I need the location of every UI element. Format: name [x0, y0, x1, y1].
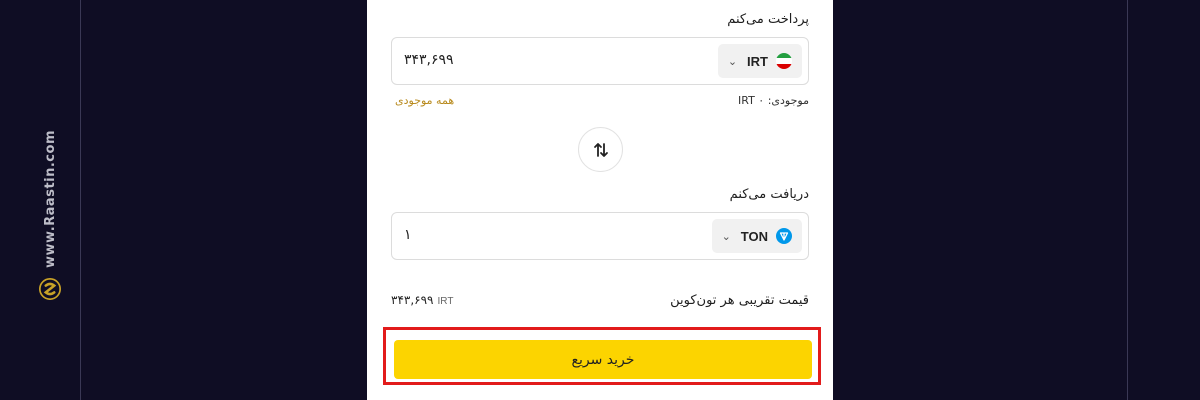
left-divider-line — [80, 0, 81, 400]
pay-amount-field[interactable]: ۳۴۳,۶۹۹ ⌄ IRT — [391, 37, 809, 85]
watermark: www.Raastin.com — [28, 130, 72, 300]
balance-text: موجودی: IRT ۰ — [738, 94, 809, 107]
receive-label: دریافت می‌کنم — [729, 187, 809, 202]
quick-buy-button[interactable]: خرید سریع — [394, 340, 812, 379]
price-row: قیمت تقریبی هر تون‌کوین ۳۴۳,۶۹۹ IRT — [391, 293, 809, 311]
chevron-down-icon: ⌄ — [727, 54, 738, 68]
receive-amount-field[interactable]: ۱ ⌄ TON — [391, 212, 809, 260]
raastin-logo-icon — [38, 277, 62, 300]
iran-flag-icon — [776, 53, 792, 69]
swap-arrows-icon — [593, 142, 608, 157]
price-label: قیمت تقریبی هر تون‌کوین — [670, 293, 809, 308]
price-unit: IRT — [437, 296, 454, 307]
pay-amount-input[interactable]: ۳۴۳,۶۹۹ — [404, 52, 454, 68]
chevron-down-icon: ⌄ — [721, 229, 731, 243]
exchange-panel: پرداخت می‌کنم ۳۴۳,۶۹۹ ⌄ IRT موجودی: IRT … — [367, 0, 833, 400]
price-value: ۳۴۳,۶۹۹ IRT — [391, 293, 453, 307]
price-amount: ۳۴۳,۶۹۹ — [391, 293, 434, 307]
pay-label: پرداخت می‌کنم — [727, 12, 809, 27]
receive-currency-select[interactable]: ⌄ TON — [711, 219, 802, 253]
receive-currency-code: TON — [740, 228, 768, 244]
pay-currency-select[interactable]: ⌄ IRT — [717, 44, 802, 78]
right-divider-line — [1127, 0, 1128, 400]
ton-icon — [776, 228, 792, 244]
highlight-box: خرید سریع — [383, 327, 821, 385]
pay-currency-code: IRT — [747, 53, 768, 69]
receive-amount-input[interactable]: ۱ — [404, 227, 412, 243]
watermark-text: www.Raastin.com — [42, 130, 58, 268]
all-balance-link[interactable]: همه موجودی — [395, 94, 454, 107]
swap-button[interactable] — [578, 127, 623, 172]
balance-row: موجودی: IRT ۰ همه موجودی — [391, 94, 809, 110]
